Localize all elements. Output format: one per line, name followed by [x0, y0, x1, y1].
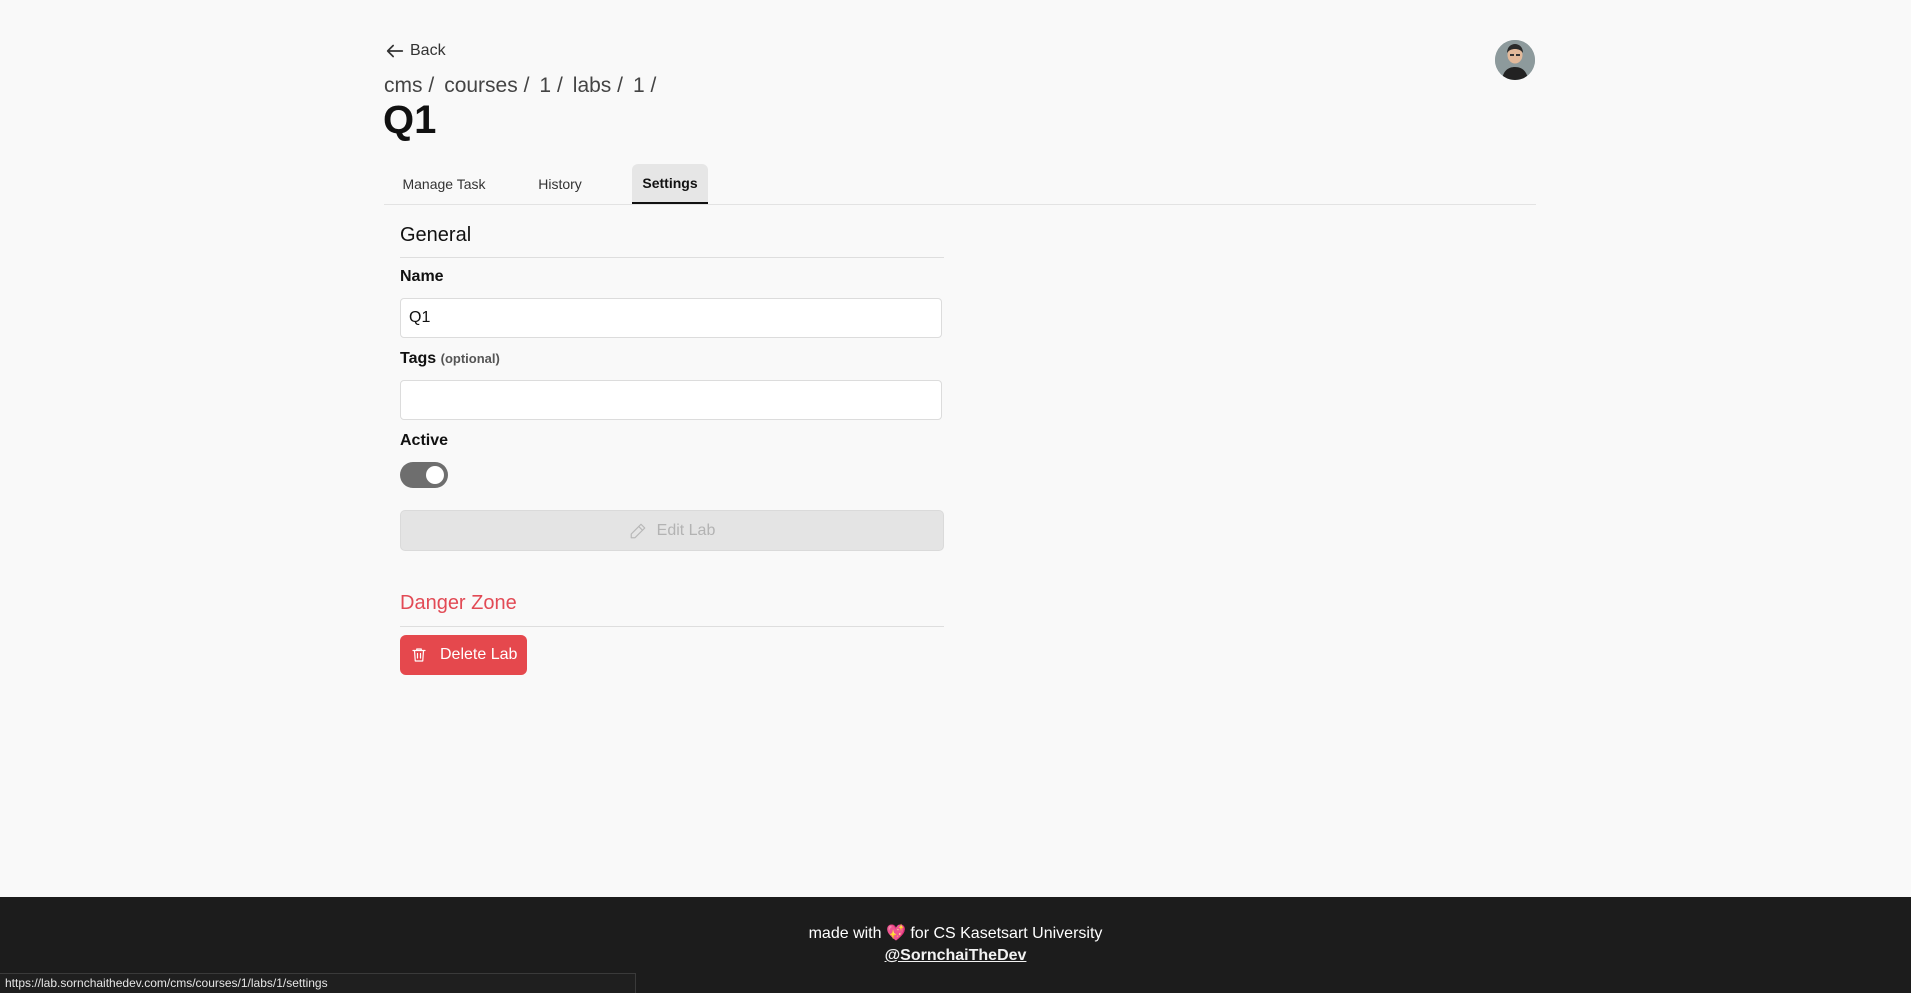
breadcrumb-separator: / [650, 74, 657, 97]
trash-icon [412, 648, 426, 662]
breadcrumb-item-lab-id[interactable]: 1 [633, 74, 645, 97]
active-label: Active [400, 432, 449, 449]
breadcrumb-separator: / [428, 74, 435, 97]
edit-lab-button[interactable]: Edit Lab [400, 510, 944, 551]
footer-for-university: for CS Kasetsart University [910, 925, 1103, 942]
status-bar-url: https://lab.sornchaithedev.com/cms/cours… [0, 973, 636, 993]
tags-label: Tags (optional) [400, 350, 500, 368]
footer-author-link[interactable]: @SornchaiTheDev [0, 947, 1911, 965]
footer-made-with: made with [808, 925, 882, 942]
breadcrumb-item-cms[interactable]: cms [384, 74, 423, 97]
breadcrumb-separator: / [523, 74, 530, 97]
general-divider [400, 257, 944, 258]
tab-bar: Manage Task History Settings [384, 164, 1536, 205]
back-link[interactable]: Back [384, 40, 446, 62]
active-toggle[interactable] [400, 462, 448, 488]
toggle-knob [426, 466, 444, 484]
general-section-title: General [400, 224, 472, 246]
breadcrumb-separator: / [556, 74, 563, 97]
breadcrumb-separator: / [617, 74, 623, 97]
breadcrumb-item-course-id[interactable]: 1 [539, 74, 551, 97]
footer-credit: made with 💖 for CS Kasetsart University [0, 923, 1911, 943]
pencil-icon [630, 523, 645, 538]
sparkling-heart-icon: 💖 [885, 925, 906, 942]
tags-input[interactable] [400, 380, 942, 420]
tags-label-text: Tags [400, 350, 437, 367]
page-title: Q1 [383, 98, 437, 142]
user-avatar-image [1495, 40, 1535, 80]
breadcrumb-item-labs[interactable]: labs [573, 74, 612, 97]
tab-settings[interactable]: Settings [632, 164, 708, 204]
danger-divider [400, 626, 944, 627]
back-label: Back [410, 42, 446, 59]
breadcrumb: cms / courses / 1 / labs / 1 / [384, 74, 656, 98]
name-input[interactable] [400, 298, 942, 338]
delete-lab-label: Delete Lab [440, 646, 518, 663]
user-avatar[interactable] [1495, 40, 1535, 80]
tags-optional-hint: (optional) [440, 351, 500, 366]
tab-manage-task[interactable]: Manage Task [394, 164, 494, 204]
danger-zone-title: Danger Zone [400, 592, 517, 614]
name-label: Name [400, 268, 444, 285]
delete-lab-button[interactable]: Delete Lab [400, 635, 527, 675]
tab-history[interactable]: History [528, 164, 592, 204]
arrow-left-icon [386, 44, 404, 58]
breadcrumb-item-courses[interactable]: courses [444, 74, 518, 97]
edit-lab-label: Edit Lab [656, 521, 716, 539]
